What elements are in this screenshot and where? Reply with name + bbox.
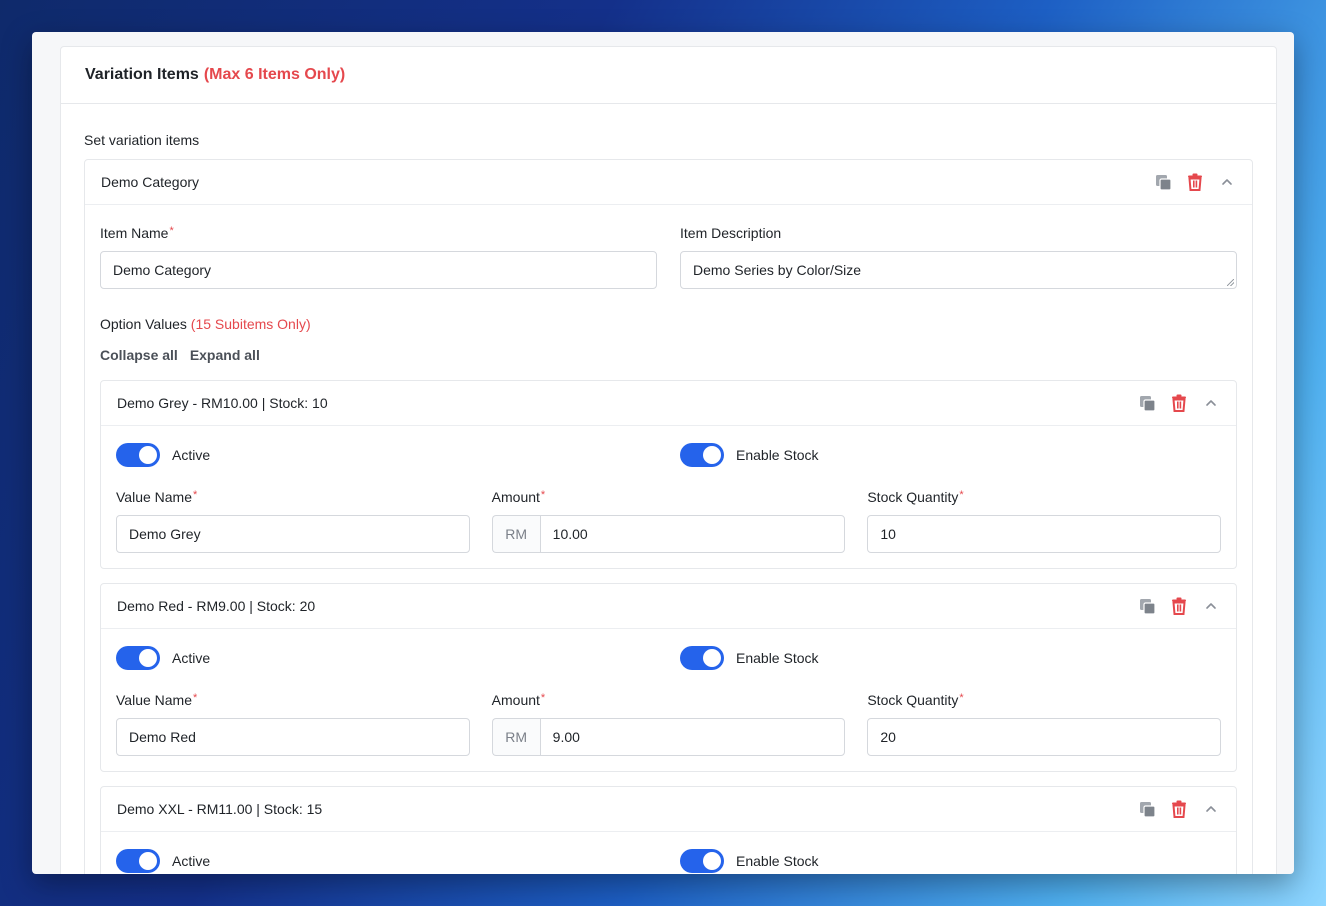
value-name-label: Value Name* <box>116 692 198 708</box>
item-description-label: Item Description <box>680 225 782 241</box>
section-label: Set variation items <box>84 132 200 148</box>
category-panel: Demo Category Item Name* Demo Category I… <box>84 159 1253 874</box>
subitem-panel: Demo XXL - RM11.00 | Stock: 15 Active En… <box>100 786 1237 874</box>
chevron-up-icon[interactable] <box>1218 173 1236 191</box>
enable-stock-label: Enable Stock <box>736 649 819 666</box>
amount-label: Amount* <box>491 692 546 708</box>
copy-icon[interactable] <box>1154 173 1172 191</box>
chevron-up-icon[interactable] <box>1202 394 1220 412</box>
currency-prefix: RM <box>491 718 540 756</box>
card-header: Variation Items (Max 6 Items Only) <box>61 47 1276 104</box>
chevron-up-icon[interactable] <box>1202 800 1220 818</box>
amount-label: Amount* <box>491 489 546 505</box>
value-name-label: Value Name* <box>116 489 198 505</box>
expand-all-link[interactable]: Expand all <box>190 347 260 363</box>
active-label: Active <box>172 649 211 666</box>
currency-prefix: RM <box>491 515 540 553</box>
copy-icon[interactable] <box>1138 394 1156 412</box>
copy-icon[interactable] <box>1138 800 1156 818</box>
active-toggle[interactable] <box>116 442 160 467</box>
limit-note: (Max 6 Items Only) <box>203 66 346 83</box>
subitem-header[interactable]: Demo XXL - RM11.00 | Stock: 15 <box>101 787 1236 832</box>
value-name-input[interactable]: Demo Grey <box>116 515 470 553</box>
option-values-label: Option Values (15 Subitems Only) <box>100 316 311 332</box>
stock-quantity-input[interactable]: 20 <box>867 718 1222 756</box>
enable-stock-toggle[interactable] <box>680 645 724 670</box>
subitem-title: Demo XXL - RM11.00 | Stock: 15 <box>117 801 323 817</box>
amount-input[interactable]: 10.00 <box>539 515 846 553</box>
enable-stock-toggle[interactable] <box>680 848 724 873</box>
collapse-all-link[interactable]: Collapse all <box>100 347 178 363</box>
active-toggle[interactable] <box>116 645 160 670</box>
trash-icon[interactable] <box>1186 173 1204 191</box>
subitem-title: Demo Grey - RM10.00 | Stock: 10 <box>117 395 328 411</box>
amount-input[interactable]: 9.00 <box>539 718 846 756</box>
item-name-label: Item Name* <box>100 225 174 241</box>
stock-quantity-label: Stock Quantity* <box>867 692 964 708</box>
enable-stock-toggle[interactable] <box>680 442 724 467</box>
subitem-title: Demo Red - RM9.00 | Stock: 20 <box>117 598 316 614</box>
subitem-header[interactable]: Demo Grey - RM10.00 | Stock: 10 <box>101 381 1236 426</box>
enable-stock-label: Enable Stock <box>736 852 819 869</box>
trash-icon[interactable] <box>1170 800 1188 818</box>
subitem-header[interactable]: Demo Red - RM9.00 | Stock: 20 <box>101 584 1236 629</box>
active-label: Active <box>172 852 211 869</box>
trash-icon[interactable] <box>1170 597 1188 615</box>
trash-icon[interactable] <box>1170 394 1188 412</box>
item-description-textarea[interactable]: Demo Series by Color/Size <box>680 251 1237 289</box>
copy-icon[interactable] <box>1138 597 1156 615</box>
stock-quantity-label: Stock Quantity* <box>867 489 964 505</box>
item-name-input[interactable]: Demo Category <box>100 251 657 289</box>
category-panel-header[interactable]: Demo Category <box>85 160 1252 205</box>
app-window: Variation Items (Max 6 Items Only) Set v… <box>32 32 1294 874</box>
enable-stock-label: Enable Stock <box>736 446 819 463</box>
page-title: Variation Items <box>85 66 199 83</box>
category-title: Demo Category <box>101 174 200 190</box>
active-toggle[interactable] <box>116 848 160 873</box>
chevron-up-icon[interactable] <box>1202 597 1220 615</box>
active-label: Active <box>172 446 211 463</box>
stock-quantity-input[interactable]: 10 <box>867 515 1222 553</box>
option-values-note: (15 Subitems Only) <box>190 316 311 332</box>
value-name-input[interactable]: Demo Red <box>116 718 470 756</box>
subitem-panel: Demo Red - RM9.00 | Stock: 20 Active Ena… <box>100 583 1237 772</box>
subitem-panel: Demo Grey - RM10.00 | Stock: 10 Active E… <box>100 380 1237 569</box>
variation-items-card: Variation Items (Max 6 Items Only) Set v… <box>60 46 1277 874</box>
